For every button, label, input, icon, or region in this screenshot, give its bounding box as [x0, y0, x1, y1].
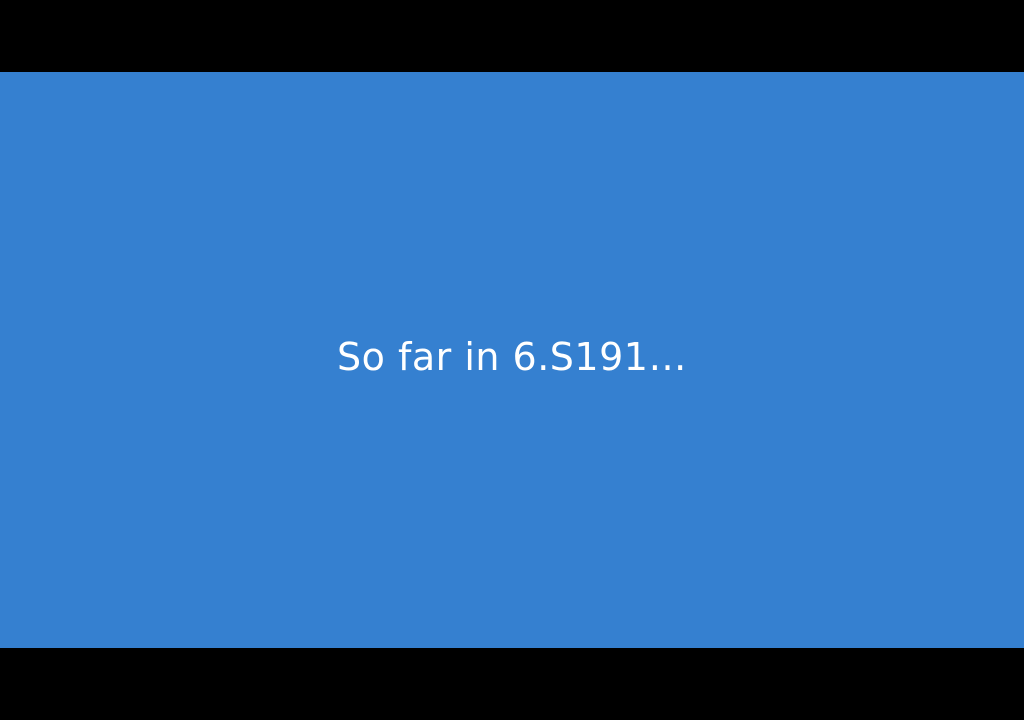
slide: So far in 6.S191…: [0, 72, 1024, 648]
slide-title: So far in 6.S191…: [337, 335, 687, 379]
video-frame: So far in 6.S191…: [0, 0, 1024, 720]
